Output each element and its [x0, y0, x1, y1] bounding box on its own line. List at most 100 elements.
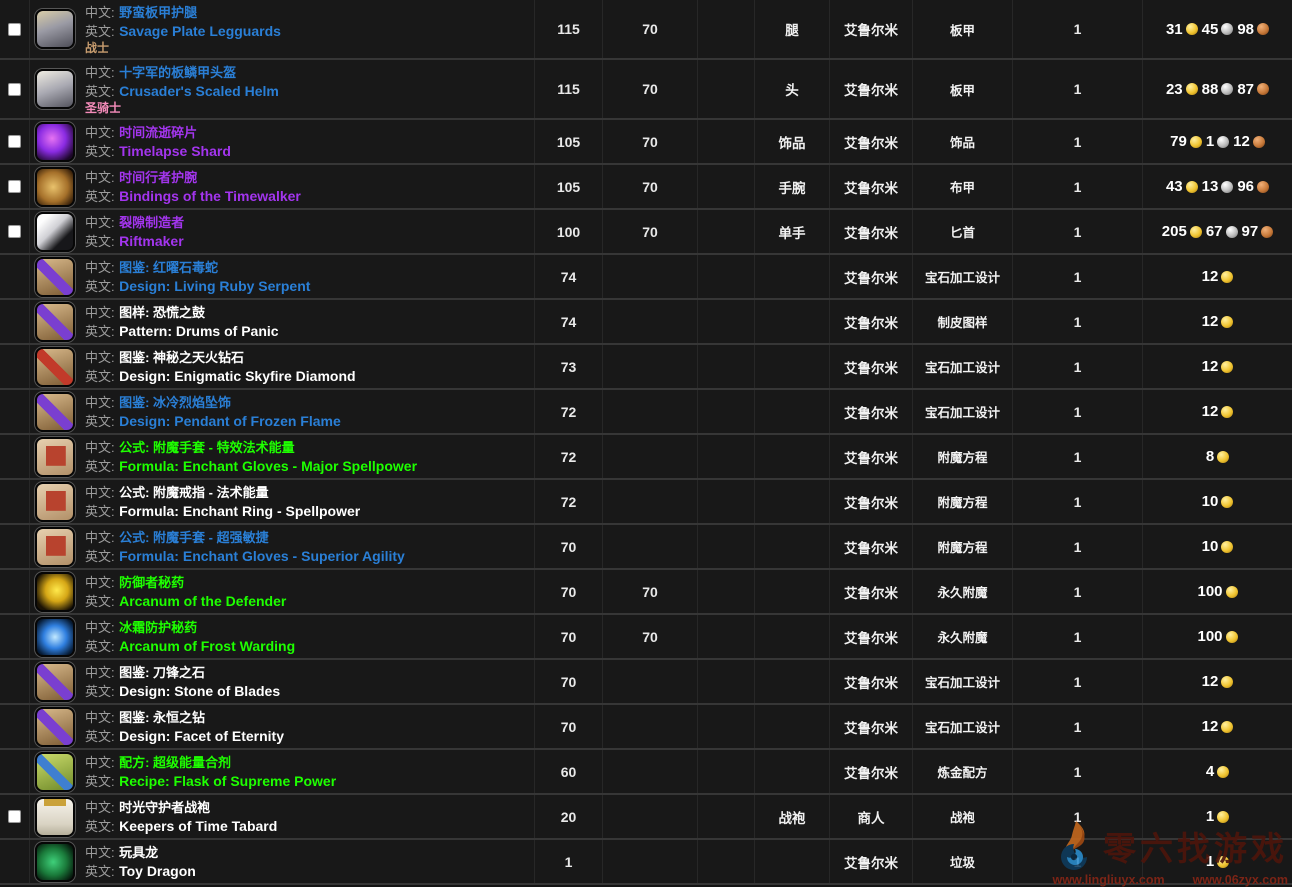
item-name-cn[interactable]: 图鉴: 神秘之天火钻石: [119, 350, 244, 365]
item-name-cn[interactable]: 冰霜防护秘药: [119, 620, 197, 635]
req-level-cell: [603, 345, 698, 388]
extra-cell: [698, 165, 755, 208]
item-name-en[interactable]: Formula: Enchant Gloves - Major Spellpow…: [119, 458, 417, 474]
item-name-cn[interactable]: 玩具龙: [119, 845, 158, 860]
item-names: 中文: 图鉴: 刀锋之石 英文: Design: Stone of Blades: [85, 663, 280, 701]
checkbox-cell: [0, 120, 30, 163]
item-name-en[interactable]: Arcanum of Frost Warding: [119, 638, 295, 654]
item-name-cn[interactable]: 图鉴: 红曜石毒蛇: [119, 260, 218, 275]
extra-cell: [698, 840, 755, 883]
price-segment: 67: [1206, 223, 1238, 240]
checkbox-cell: [0, 840, 30, 883]
row-checkbox[interactable]: [8, 180, 21, 193]
qty-cell: 1: [1013, 750, 1143, 793]
en-label: 英文:: [85, 594, 115, 609]
item-names: 中文: 裂隙制造者 英文: Riftmaker: [85, 213, 184, 251]
gold-amount: 1: [1206, 853, 1214, 870]
item-name-en[interactable]: Formula: Enchant Ring - Spellpower: [119, 503, 360, 519]
qty-cell: 1: [1013, 570, 1143, 613]
item-name-cn[interactable]: 裂隙制造者: [119, 215, 184, 230]
price-segment: 96: [1237, 178, 1269, 195]
item-name-en[interactable]: Crusader's Scaled Helm: [119, 83, 279, 99]
en-label: 英文:: [85, 864, 115, 879]
item-name-en[interactable]: Design: Facet of Eternity: [119, 728, 284, 744]
item-name-cn[interactable]: 配方: 超级能量合剂: [119, 755, 231, 770]
item-icon: [35, 572, 75, 612]
cn-label: 中文:: [85, 755, 115, 770]
item-name-cn[interactable]: 时间流逝碎片: [119, 125, 197, 140]
price-segment: 12: [1202, 313, 1234, 330]
price-segment: 10: [1202, 493, 1234, 510]
table-row: 中文: 配方: 超级能量合剂 英文: Recipe: Flask of Supr…: [0, 750, 1292, 795]
item-name-cn[interactable]: 图鉴: 永恒之钻: [119, 710, 205, 725]
row-checkbox[interactable]: [8, 810, 21, 823]
silver-coin-icon: [1226, 226, 1238, 238]
slot-cell: 手腕: [755, 165, 830, 208]
item-name-en[interactable]: Design: Stone of Blades: [119, 683, 280, 699]
gold-coin-icon: [1221, 361, 1233, 373]
item-names: 中文: 图鉴: 冰冷烈焰坠饰 英文: Design: Pendant of Fr…: [85, 393, 341, 431]
item-name-en[interactable]: Toy Dragon: [119, 863, 196, 879]
item-name-cn[interactable]: 公式: 附魔手套 - 超强敏捷: [119, 530, 269, 545]
row-checkbox[interactable]: [8, 225, 21, 238]
item-name-en[interactable]: Design: Living Ruby Serpent: [119, 278, 310, 294]
item-name-cn[interactable]: 图鉴: 冰冷烈焰坠饰: [119, 395, 231, 410]
type-cell: 匕首: [913, 210, 1013, 253]
source-cell: 艾鲁尔米: [830, 840, 913, 883]
item-level-cell: 60: [535, 750, 603, 793]
item-name-en[interactable]: Arcanum of the Defender: [119, 593, 286, 609]
price-cell: 12: [1143, 660, 1292, 703]
silver-coin-icon: [1217, 136, 1229, 148]
item-names: 中文: 配方: 超级能量合剂 英文: Recipe: Flask of Supr…: [85, 753, 336, 791]
item-name-cn[interactable]: 时光守护者战袍: [119, 800, 210, 815]
qty-cell: 1: [1013, 435, 1143, 478]
item-name-cn[interactable]: 图鉴: 刀锋之石: [119, 665, 205, 680]
silver-coin-icon: [1221, 23, 1233, 35]
item-name-en[interactable]: Design: Pendant of Frozen Flame: [119, 413, 341, 429]
item-cell: 中文: 公式: 附魔手套 - 特效法术能量 英文: Formula: Encha…: [30, 435, 535, 478]
item-name-en[interactable]: Design: Enigmatic Skyfire Diamond: [119, 368, 356, 384]
row-checkbox[interactable]: [8, 135, 21, 148]
item-name-cn[interactable]: 图样: 恐慌之鼓: [119, 305, 205, 320]
price-segment: 79: [1170, 133, 1202, 150]
item-name-en[interactable]: Bindings of the Timewalker: [119, 188, 301, 204]
item-level-cell: 115: [535, 0, 603, 58]
item-level-cell: 72: [535, 480, 603, 523]
item-names: 中文: 防御者秘药 英文: Arcanum of the Defender: [85, 573, 286, 611]
source-cell: 艾鲁尔米: [830, 390, 913, 433]
item-name-cn[interactable]: 公式: 附魔戒指 - 法术能量: [119, 485, 269, 500]
gold-amount: 10: [1202, 493, 1219, 510]
cn-label: 中文:: [85, 170, 115, 185]
table-row: 中文: 公式: 附魔手套 - 特效法术能量 英文: Formula: Encha…: [0, 435, 1292, 480]
price-segment: 205: [1162, 223, 1202, 240]
en-label: 英文:: [85, 819, 115, 834]
item-name-en[interactable]: Riftmaker: [119, 233, 184, 249]
item-cell: 中文: 公式: 附魔手套 - 超强敏捷 英文: Formula: Enchant…: [30, 525, 535, 568]
row-checkbox[interactable]: [8, 23, 21, 36]
silver-coin-icon: [1221, 181, 1233, 193]
gold-amount: 8: [1206, 448, 1214, 465]
item-name-cn[interactable]: 时间行者护腕: [119, 170, 197, 185]
item-cell: 中文: 图样: 恐慌之鼓 英文: Pattern: Drums of Panic: [30, 300, 535, 343]
item-icon: [35, 122, 75, 162]
item-name-cn[interactable]: 野蛮板甲护腿: [119, 5, 197, 20]
item-names: 中文: 玩具龙 英文: Toy Dragon: [85, 843, 196, 881]
qty-cell: 1: [1013, 390, 1143, 433]
item-name-cn[interactable]: 公式: 附魔手套 - 特效法术能量: [119, 440, 295, 455]
cn-label: 中文:: [85, 395, 115, 410]
row-checkbox[interactable]: [8, 83, 21, 96]
item-name-en[interactable]: Formula: Enchant Gloves - Superior Agili…: [119, 548, 405, 564]
item-name-en[interactable]: Pattern: Drums of Panic: [119, 323, 278, 339]
item-name-en[interactable]: Recipe: Flask of Supreme Power: [119, 773, 336, 789]
source-cell: 艾鲁尔米: [830, 525, 913, 568]
slot-cell: [755, 480, 830, 523]
item-name-cn[interactable]: 十字军的板鳞甲头盔: [119, 65, 236, 80]
item-level-cell: 70: [535, 615, 603, 658]
item-name-en[interactable]: Savage Plate Legguards: [119, 23, 281, 39]
item-name-en[interactable]: Timelapse Shard: [119, 143, 231, 159]
item-cell: 中文: 配方: 超级能量合剂 英文: Recipe: Flask of Supr…: [30, 750, 535, 793]
item-name-en[interactable]: Keepers of Time Tabard: [119, 818, 277, 834]
gold-amount: 4: [1206, 763, 1214, 780]
item-cell: 中文: 玩具龙 英文: Toy Dragon: [30, 840, 535, 883]
item-name-cn[interactable]: 防御者秘药: [119, 575, 184, 590]
